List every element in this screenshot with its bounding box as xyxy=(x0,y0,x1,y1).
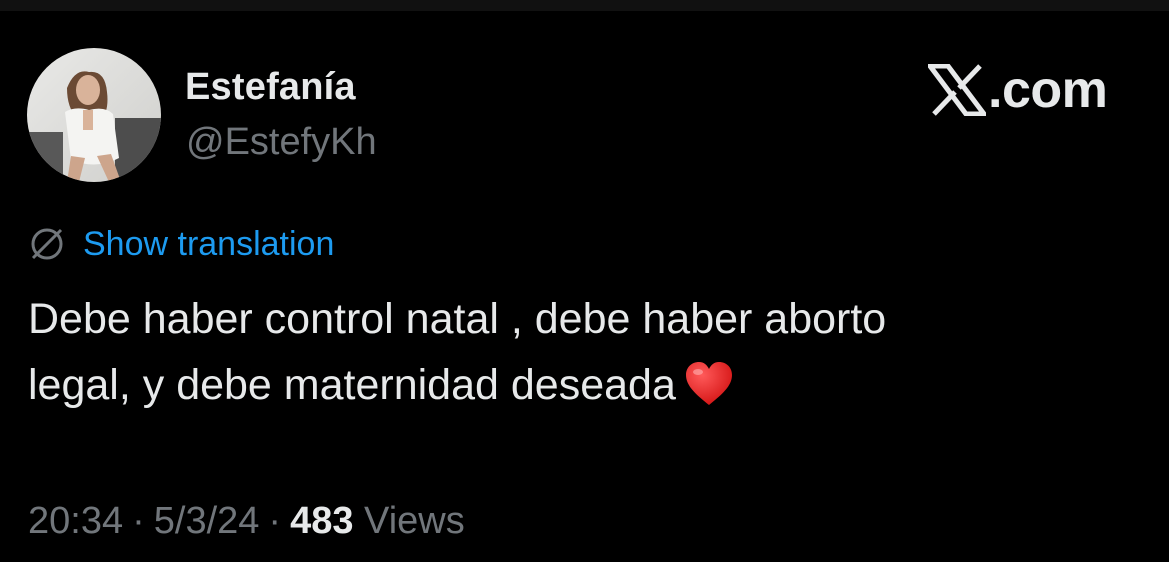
top-strip xyxy=(0,0,1169,11)
brand-domain: .com xyxy=(988,61,1108,119)
views-count[interactable]: 483 xyxy=(290,500,353,542)
user-handle[interactable]: @EstefyKh xyxy=(186,121,377,164)
views-label[interactable]: Views xyxy=(364,500,465,542)
red-heart-icon xyxy=(684,361,734,407)
avatar[interactable] xyxy=(27,48,161,182)
show-translation-link[interactable]: Show translation xyxy=(83,225,334,264)
x-logo-icon xyxy=(928,64,986,116)
tweet-text-line-2-wrapper: legal, y debe maternidad deseada xyxy=(28,352,1138,418)
tweet-text: Debe haber control natal , debe haber ab… xyxy=(28,286,1138,418)
tweet-date[interactable]: 5/3/24 xyxy=(154,500,260,542)
tweet-text-line-2: legal, y debe maternidad deseada xyxy=(28,361,676,409)
meta-separator: · xyxy=(268,500,282,542)
meta-separator: · xyxy=(132,500,145,542)
x-brand: .com xyxy=(928,60,1108,120)
display-name[interactable]: Estefanía xyxy=(185,66,356,109)
translate-globe-icon xyxy=(27,224,67,264)
tweet-meta: 20:34 · 5/3/24 · 483 Views xyxy=(28,500,465,543)
tweet-text-line-1: Debe haber control natal , debe haber ab… xyxy=(28,295,887,343)
show-translation[interactable]: Show translation xyxy=(27,222,334,266)
tweet-time[interactable]: 20:34 xyxy=(28,500,123,542)
profile-photo xyxy=(27,48,161,182)
